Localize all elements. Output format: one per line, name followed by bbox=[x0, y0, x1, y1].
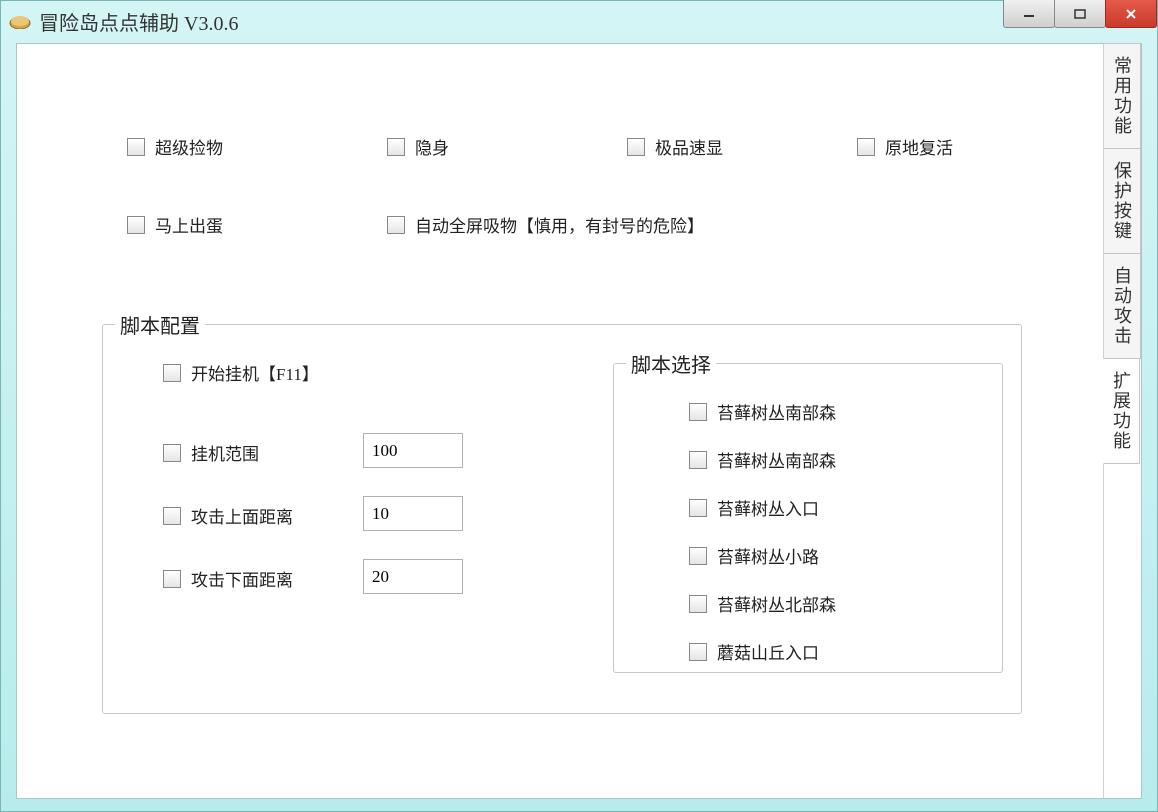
input-atk-up[interactable] bbox=[363, 496, 463, 531]
checkbox-icon bbox=[127, 138, 145, 156]
checkbox-icon bbox=[627, 138, 645, 156]
client-area: 超级捡物 隐身 极品速显 原地复活 马上出蛋 自动全屏吸物【慎用，有封号的 bbox=[17, 44, 1103, 798]
fieldset-script-config: 脚本配置 开始挂机【F11】 挂机范围 攻击上面距离 攻击下面 bbox=[102, 324, 1022, 714]
checkbox-script-4[interactable]: 苔藓树丛小路 bbox=[689, 543, 819, 568]
checkbox-icon bbox=[163, 364, 181, 382]
app-icon bbox=[9, 13, 31, 29]
checkbox-quality-show[interactable]: 极品速显 bbox=[627, 134, 723, 159]
checkbox-icon bbox=[127, 216, 145, 234]
checkbox-icon bbox=[387, 138, 405, 156]
app-window: 冒险岛点点辅助 V3.0.6 超级捡物 隐身 bbox=[0, 0, 1158, 812]
checkbox-icon bbox=[387, 216, 405, 234]
checkbox-egg-now[interactable]: 马上出蛋 bbox=[127, 212, 223, 237]
checkbox-label: 苔藓树丛北部森 bbox=[717, 591, 836, 616]
checkbox-icon[interactable] bbox=[163, 444, 181, 462]
checkbox-label: 原地复活 bbox=[885, 134, 953, 159]
checkbox-icon bbox=[689, 403, 707, 421]
checkbox-icon[interactable] bbox=[163, 570, 181, 588]
checkbox-invisibility[interactable]: 隐身 bbox=[387, 134, 449, 159]
close-button[interactable] bbox=[1105, 0, 1157, 28]
checkbox-revive-inplace[interactable]: 原地复活 bbox=[857, 134, 953, 159]
checkbox-label: 苔藓树丛南部森 bbox=[717, 447, 836, 472]
tab-common[interactable]: 常用功能 bbox=[1104, 43, 1141, 149]
checkbox-label: 苔藓树丛南部森 bbox=[717, 399, 836, 424]
checkbox-script-3[interactable]: 苔藓树丛入口 bbox=[689, 495, 819, 520]
tab-expand[interactable]: 扩展功能 bbox=[1103, 358, 1140, 464]
checkbox-super-pickup[interactable]: 超级捡物 bbox=[127, 134, 223, 159]
checkbox-label: 自动全屏吸物【慎用，有封号的危险】 bbox=[415, 212, 704, 237]
checkbox-icon bbox=[689, 595, 707, 613]
tab-protect-keys[interactable]: 保护按键 bbox=[1104, 148, 1141, 254]
fieldset-script-select: 脚本选择 苔藓树丛南部森 苔藓树丛南部森 苔藓树丛入口 bbox=[613, 363, 1003, 673]
label-afk-range: 挂机范围 bbox=[191, 440, 259, 465]
checkbox-label: 蘑菇山丘入口 bbox=[717, 639, 819, 664]
checkbox-label: 极品速显 bbox=[655, 134, 723, 159]
input-atk-down[interactable] bbox=[363, 559, 463, 594]
checkbox-script-6[interactable]: 蘑菇山丘入口 bbox=[689, 639, 819, 664]
checkbox-icon[interactable] bbox=[163, 507, 181, 525]
checkbox-script-2[interactable]: 苔藓树丛南部森 bbox=[689, 447, 836, 472]
legend-script-config: 脚本配置 bbox=[115, 310, 205, 339]
checkbox-icon bbox=[689, 451, 707, 469]
legend-script-select: 脚本选择 bbox=[626, 349, 716, 378]
row-atk-up: 攻击上面距离 bbox=[163, 503, 293, 528]
window-controls bbox=[1004, 0, 1157, 28]
label-atk-up: 攻击上面距离 bbox=[191, 503, 293, 528]
input-afk-range[interactable] bbox=[363, 433, 463, 468]
checkbox-icon bbox=[689, 499, 707, 517]
app-title: 冒险岛点点辅助 V3.0.6 bbox=[39, 7, 238, 36]
checkbox-icon bbox=[689, 547, 707, 565]
maximize-button[interactable] bbox=[1054, 0, 1106, 28]
checkbox-label: 苔藓树丛入口 bbox=[717, 495, 819, 520]
checkbox-start-afk[interactable]: 开始挂机【F11】 bbox=[163, 360, 319, 385]
checkbox-fullscreen-suck[interactable]: 自动全屏吸物【慎用，有封号的危险】 bbox=[387, 212, 704, 237]
checkbox-script-1[interactable]: 苔藓树丛南部森 bbox=[689, 399, 836, 424]
side-tabs: 常用功能 保护按键 自动攻击 扩展功能 bbox=[1103, 44, 1141, 798]
checkbox-icon bbox=[689, 643, 707, 661]
titlebar: 冒险岛点点辅助 V3.0.6 bbox=[1, 1, 1157, 41]
tab-auto-attack[interactable]: 自动攻击 bbox=[1104, 253, 1141, 359]
checkbox-icon bbox=[857, 138, 875, 156]
checkbox-label: 苔藓树丛小路 bbox=[717, 543, 819, 568]
row-afk-range: 挂机范围 bbox=[163, 440, 259, 465]
checkbox-label: 超级捡物 bbox=[155, 134, 223, 159]
client-wrap: 超级捡物 隐身 极品速显 原地复活 马上出蛋 自动全屏吸物【慎用，有封号的 bbox=[16, 43, 1142, 799]
checkbox-label: 马上出蛋 bbox=[155, 212, 223, 237]
checkbox-label: 开始挂机【F11】 bbox=[191, 360, 319, 385]
checkbox-label: 隐身 bbox=[415, 134, 449, 159]
minimize-button[interactable] bbox=[1003, 0, 1055, 28]
row-atk-down: 攻击下面距离 bbox=[163, 566, 293, 591]
label-atk-down: 攻击下面距离 bbox=[191, 566, 293, 591]
checkbox-script-5[interactable]: 苔藓树丛北部森 bbox=[689, 591, 836, 616]
